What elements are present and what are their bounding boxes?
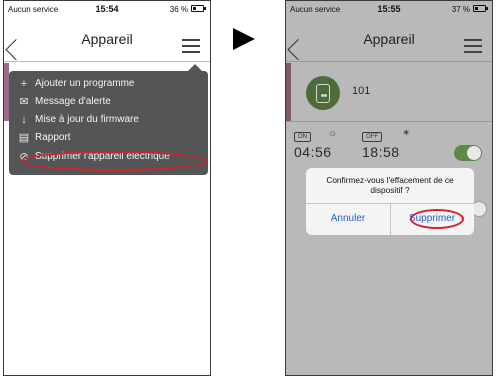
- page-title: Appareil: [81, 31, 133, 47]
- device-color-strip: [286, 63, 291, 121]
- program-on-time: 04:56: [294, 144, 332, 160]
- page-title: Appareil: [363, 31, 415, 47]
- report-icon: ▤: [18, 132, 30, 144]
- menu-item-report[interactable]: ▤ Rapport: [9, 129, 208, 147]
- program-off-time: 18:58: [362, 144, 400, 160]
- battery-icon: [191, 5, 204, 12]
- menu-item-label: Rapport: [35, 132, 71, 143]
- phone-screen-before: Aucun service 15:54 36 % Appareil + Ajou…: [3, 0, 211, 376]
- device-name: 101: [352, 85, 371, 97]
- on-tag: ON: [294, 132, 311, 142]
- menu-icon[interactable]: [182, 39, 200, 54]
- off-tag: OFF: [362, 132, 382, 142]
- menu-item-label: Message d'alerte: [35, 96, 111, 107]
- battery-percent: 37 %: [451, 5, 470, 14]
- highlight-oval-delete-item: [21, 151, 208, 171]
- message-icon: ✉: [19, 96, 29, 108]
- cancel-button[interactable]: Annuler: [306, 213, 390, 224]
- nav-bar: Appareil: [4, 17, 210, 62]
- program-toggle[interactable]: [454, 145, 482, 161]
- menu-item-alert-message[interactable]: ✉ Message d'alerte: [9, 93, 208, 111]
- menu-item-label: Ajouter un programme: [35, 78, 135, 89]
- highlight-oval-delete-button: [410, 209, 464, 229]
- status-bar: Aucun service 15:54 36 %: [4, 1, 210, 17]
- moon-icon: ✶: [402, 128, 411, 139]
- menu-item-add-program[interactable]: + Ajouter un programme: [9, 75, 208, 93]
- sun-icon: ☼: [328, 128, 338, 139]
- menu-item-label: Mise à jour du firmware: [35, 114, 139, 125]
- menu-item-firmware-update[interactable]: ↓ Mise à jour du firmware: [9, 111, 208, 129]
- plus-icon: +: [20, 78, 28, 90]
- phone-screen-after: Aucun service 15:55 37 % Appareil 101 ON…: [285, 0, 493, 376]
- plug-icon: [316, 84, 330, 103]
- nav-bar: Appareil: [286, 17, 492, 62]
- arrow-right-icon: [233, 28, 255, 50]
- download-icon: ↓: [21, 114, 27, 126]
- battery-percent: 36 %: [169, 5, 188, 14]
- battery-icon: [473, 5, 486, 12]
- menu-icon[interactable]: [464, 39, 482, 54]
- status-bar: Aucun service 15:55 37 %: [286, 1, 492, 17]
- dialog-message: Confirmez-vous l'effacement de ce dispos…: [326, 175, 454, 195]
